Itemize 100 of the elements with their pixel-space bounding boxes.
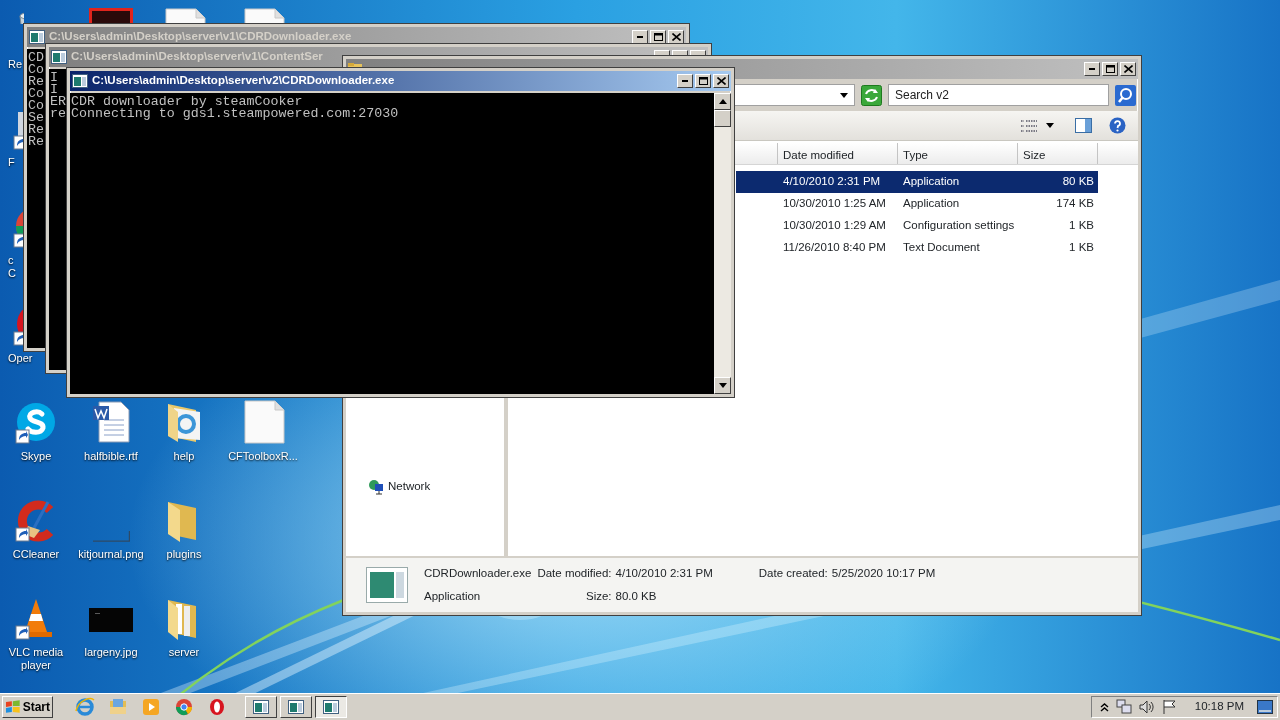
quick-launch-button[interactable] (174, 697, 194, 717)
details-view-icon (1021, 118, 1037, 133)
preview-pane-button[interactable] (1075, 118, 1092, 133)
scrollbar[interactable] (714, 93, 731, 394)
icon-label[interactable]: F (0, 156, 15, 169)
console-window-icon (29, 30, 45, 44)
chrome-icon (174, 697, 194, 717)
search-icon (1115, 84, 1136, 106)
icon-label[interactable]: c C (0, 254, 16, 280)
maximize-icon (653, 33, 663, 41)
column-header[interactable]: Size (1018, 143, 1098, 165)
detail-value: 4/10/2010 2:31 PM (615, 566, 713, 582)
help-button[interactable] (1109, 117, 1126, 134)
console-line: Re (28, 76, 44, 88)
desktop-shortcut[interactable]: Skype (14, 396, 58, 463)
taskbar-button[interactable] (315, 696, 347, 718)
start-button[interactable]: Start (2, 696, 53, 718)
maximize-button[interactable] (1102, 62, 1118, 76)
desktop-shortcut[interactable]: CFToolboxR... (228, 396, 298, 463)
scroll-up-button[interactable] (714, 93, 731, 110)
desktop-shortcut[interactable]: halfbible.rtf (84, 396, 138, 463)
nav-item[interactable]: Network (368, 418, 431, 556)
desktop-shortcut[interactable]: VLC media player (0, 592, 72, 672)
console-line: ER (50, 96, 66, 108)
help-icon (1109, 117, 1126, 134)
close-button[interactable] (713, 74, 729, 88)
caret-icon (1046, 123, 1054, 128)
opera-icon (207, 697, 227, 717)
refresh-button[interactable] (861, 84, 882, 106)
date-cell-text: 10/30/2010 1:25 AM (782, 196, 887, 212)
detail-value: 80.0 KB (615, 588, 658, 604)
maximize-icon (1105, 65, 1115, 73)
type-cell-text: Application (902, 174, 961, 190)
minimize-button[interactable] (632, 30, 648, 44)
minimize-icon (1089, 68, 1095, 70)
console-line: Re (28, 136, 44, 148)
maximize-button[interactable] (695, 74, 711, 88)
desktop-shortcut[interactable]: server (162, 592, 206, 659)
search-field[interactable]: Search v2 (888, 84, 1109, 106)
file-row[interactable]: 10/30/2010 1:29 AM Configuration settings 1 KB (736, 215, 1098, 237)
desktop-shortcut[interactable]: largeny.jpg (84, 592, 138, 659)
chevron-up-icon[interactable] (1099, 702, 1109, 712)
console-window-icon (288, 700, 304, 714)
file-row[interactable]: 10/30/2010 1:25 AM Application 174 KB (736, 193, 1098, 215)
console-window-icon (72, 74, 88, 88)
minimize-button[interactable] (677, 74, 693, 88)
quick-launch-button[interactable] (207, 697, 227, 717)
date-cell-text: 11/26/2010 8:40 PM (782, 240, 887, 256)
console-line: I (50, 72, 58, 84)
folder-icon (108, 697, 128, 717)
close-button[interactable] (1120, 62, 1136, 76)
date-cell-text: 4/10/2010 2:31 PM (782, 174, 882, 190)
minimize-icon (682, 80, 688, 82)
console-line: CDR downloader by steamCooker (71, 96, 303, 108)
console-line: I (50, 84, 58, 96)
detail-label: Date modified: (537, 566, 612, 582)
size-cell-text: 1 KB (1068, 218, 1095, 234)
address-field[interactable] (734, 84, 855, 106)
console-line: CD (28, 52, 44, 64)
file-row[interactable]: 11/26/2010 8:40 PM Text Document 1 KB (736, 237, 1098, 259)
minimize-icon (637, 36, 643, 38)
refresh-icon (861, 84, 882, 106)
title-bar[interactable]: C:\Users\admin\Desktop\server\v2\CDRDownloader.exe (70, 71, 731, 91)
file-row[interactable]: 4/10/2010 2:31 PM Application 80 KB (736, 171, 1098, 193)
desktop-shortcut[interactable]: help (162, 396, 206, 463)
column-header[interactable]: Date modified (778, 143, 898, 165)
size-cell-text: 1 KB (1068, 240, 1095, 256)
close-button[interactable] (668, 30, 684, 44)
up-arrow-icon (718, 99, 727, 104)
maximize-button[interactable] (650, 30, 666, 44)
views-button[interactable] (1021, 118, 1037, 133)
views-dropdown-button[interactable] (1046, 123, 1054, 128)
console-window-icon (253, 700, 269, 714)
preview-pane-icon (1075, 118, 1092, 133)
application-icon (366, 567, 408, 603)
detail-label: Date created: (758, 566, 828, 582)
detail-label: Size: (584, 588, 612, 604)
icon-label[interactable]: Oper (0, 352, 33, 365)
type-cell-text: Configuration settings (902, 218, 1016, 234)
desktop-shortcut[interactable]: plugins (162, 494, 206, 561)
scroll-down-button[interactable] (714, 377, 731, 394)
icon-label[interactable]: Re (0, 58, 23, 71)
search-button[interactable] (1115, 84, 1136, 106)
flag-icon[interactable] (1161, 699, 1178, 715)
column-header[interactable]: Type (898, 143, 1018, 165)
network-icon[interactable] (1115, 699, 1132, 715)
console-window-icon (323, 700, 339, 714)
down-arrow-icon (718, 383, 727, 388)
desktop-shortcut[interactable]: CCleaner (12, 494, 60, 561)
size-cell-text: 80 KB (1061, 174, 1095, 190)
show-desktop-icon[interactable] (1257, 700, 1273, 714)
type-cell-text: Application (902, 196, 961, 212)
browser-icon (75, 697, 95, 717)
volume-icon[interactable] (1138, 699, 1155, 715)
close-icon (671, 33, 681, 41)
image-thumbnail-icon (92, 530, 130, 542)
minimize-button[interactable] (1084, 62, 1100, 76)
window-title: C:\Users\admin\Desktop\server\v2\CDRDownloader.exe (92, 73, 395, 89)
scrollbar-thumb[interactable] (714, 110, 731, 127)
desktop-shortcut[interactable]: kitjournal.png (78, 494, 144, 561)
